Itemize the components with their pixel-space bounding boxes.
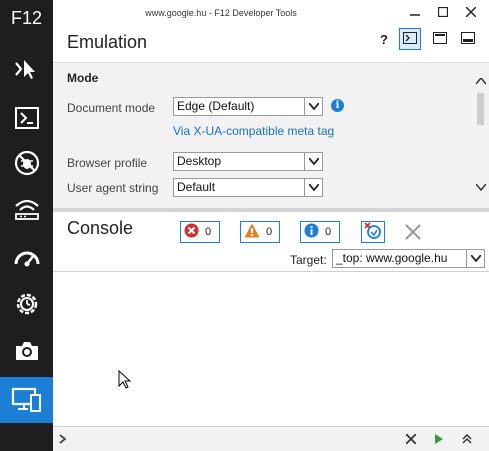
target-value: _top: www.google.hu bbox=[336, 251, 448, 265]
messages-filter-button[interactable]: 0 bbox=[300, 221, 340, 243]
sidebar-item-dom-explorer[interactable] bbox=[0, 46, 53, 92]
browser-profile-label: Browser profile bbox=[67, 156, 148, 170]
close-icon bbox=[405, 433, 417, 447]
gauge-icon bbox=[13, 244, 41, 268]
help-label: ? bbox=[380, 31, 388, 47]
devices-icon bbox=[11, 385, 43, 415]
prompt-chevron-icon bbox=[59, 432, 67, 447]
document-mode-label: Document mode bbox=[67, 101, 156, 115]
pointer-icon bbox=[13, 55, 41, 83]
double-chevron-up-icon bbox=[462, 433, 472, 447]
console-input-bar[interactable] bbox=[53, 426, 489, 451]
console-icon bbox=[403, 31, 417, 47]
chevron-up-icon[interactable] bbox=[474, 75, 487, 87]
clear-console-button[interactable] bbox=[403, 223, 423, 243]
minimize-icon bbox=[410, 6, 420, 20]
window-title: www.google.hu - F12 Developer Tools bbox=[145, 8, 297, 18]
chevron-down-icon bbox=[304, 153, 322, 170]
emulation-scrollbar[interactable] bbox=[472, 63, 489, 209]
clear-on-navigate-button[interactable] bbox=[361, 221, 385, 243]
warning-icon bbox=[244, 223, 260, 241]
dock-icon bbox=[433, 31, 447, 47]
expand-input-button[interactable] bbox=[458, 431, 476, 449]
camera-icon bbox=[13, 339, 41, 363]
minimize-button[interactable] bbox=[403, 3, 427, 23]
clear-on-navigate-icon bbox=[364, 221, 382, 243]
mouse-cursor-icon bbox=[118, 369, 132, 393]
undock-button[interactable] bbox=[457, 28, 479, 50]
sidebar-item-memory[interactable] bbox=[0, 281, 53, 327]
sidebar-item-debugger[interactable] bbox=[0, 140, 53, 186]
errors-count: 0 bbox=[205, 226, 212, 238]
console-title: Console bbox=[67, 218, 134, 238]
messages-count: 0 bbox=[325, 226, 332, 238]
mode-section-title: Mode bbox=[67, 71, 99, 85]
info-icon bbox=[304, 223, 319, 241]
help-button[interactable]: ? bbox=[373, 28, 395, 50]
run-button[interactable] bbox=[430, 431, 448, 449]
sidebar-item-screenshot[interactable] bbox=[0, 328, 53, 374]
maximize-icon bbox=[437, 6, 449, 20]
dock-button[interactable] bbox=[429, 28, 451, 50]
user-agent-label: User agent string bbox=[67, 181, 159, 195]
sidebar-item-performance[interactable] bbox=[0, 233, 53, 279]
document-mode-value: Edge (Default) bbox=[177, 99, 255, 113]
console-header: Console 0 0 0 Target: _top: www.google.h… bbox=[53, 212, 489, 272]
console-icon bbox=[14, 106, 40, 130]
close-icon bbox=[465, 6, 477, 20]
chevron-down-icon bbox=[304, 179, 322, 196]
browser-profile-select[interactable]: Desktop bbox=[173, 152, 323, 171]
window-titlebar: www.google.hu - F12 Developer Tools bbox=[53, 0, 489, 26]
close-button[interactable] bbox=[459, 3, 483, 23]
user-agent-value: Default bbox=[177, 180, 216, 194]
clock-gear-icon bbox=[13, 290, 41, 318]
console-output[interactable] bbox=[53, 272, 489, 426]
errors-filter-button[interactable]: 0 bbox=[180, 221, 220, 243]
emulation-header: Emulation ? bbox=[53, 26, 489, 62]
sidebar-item-console[interactable] bbox=[0, 95, 53, 141]
undock-icon bbox=[461, 31, 475, 47]
f12-title: F12 bbox=[10, 8, 43, 28]
error-icon bbox=[184, 223, 199, 241]
chevron-down-icon bbox=[304, 98, 322, 115]
close-icon bbox=[405, 223, 421, 243]
browser-profile-value: Desktop bbox=[177, 154, 222, 168]
ua-compatible-link[interactable]: Via X-UA-compatible meta tag bbox=[173, 124, 334, 138]
tool-sidebar: F12 bbox=[0, 0, 53, 451]
info-icon[interactable]: i bbox=[331, 99, 344, 112]
emulation-title: Emulation bbox=[67, 32, 148, 52]
play-icon bbox=[434, 433, 444, 447]
user-agent-select[interactable]: Default bbox=[173, 178, 323, 197]
console-toggle-button[interactable] bbox=[399, 28, 421, 50]
target-select[interactable]: _top: www.google.hu bbox=[332, 249, 485, 268]
warnings-filter-button[interactable]: 0 bbox=[240, 221, 280, 243]
sidebar-item-emulation[interactable] bbox=[0, 377, 53, 423]
scroll-thumb[interactable] bbox=[477, 93, 484, 125]
target-label: Target: bbox=[290, 253, 327, 267]
document-mode-select[interactable]: Edge (Default) bbox=[173, 97, 323, 116]
chevron-down-icon bbox=[466, 250, 484, 267]
warnings-count: 0 bbox=[266, 226, 273, 238]
chevron-down-icon[interactable] bbox=[474, 181, 487, 193]
wifi-icon bbox=[13, 196, 41, 222]
maximize-button[interactable] bbox=[431, 3, 455, 23]
clear-input-button[interactable] bbox=[402, 431, 420, 449]
emulation-body: Mode Document mode Edge (Default) i Via … bbox=[53, 62, 489, 208]
bug-icon bbox=[13, 149, 41, 177]
sidebar-item-network[interactable] bbox=[0, 186, 53, 232]
